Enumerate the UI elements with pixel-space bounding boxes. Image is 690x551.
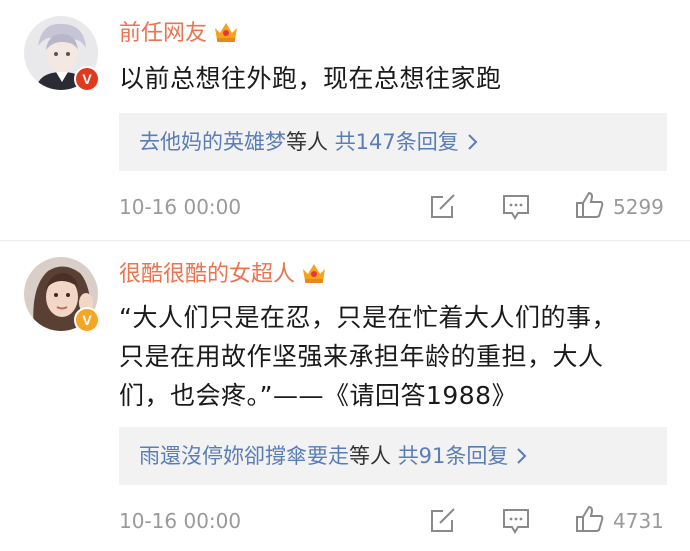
like-count: 4731 <box>613 509 664 533</box>
avatar[interactable]: V <box>24 16 100 92</box>
reply-count-link[interactable]: 共91条回复 <box>398 444 509 468</box>
timestamp: 10-16 00:00 <box>119 509 242 533</box>
verified-badge: V <box>74 66 100 92</box>
timestamp: 10-16 00:00 <box>119 195 242 219</box>
replies-preview[interactable]: 雨還沒停妳卻撐傘要走等人 共91条回复 <box>119 427 667 485</box>
comment-icon[interactable] <box>502 506 530 536</box>
comment-meta: 10-16 00:00 5299 <box>119 191 679 223</box>
reply-author[interactable]: 雨還沒停妳卻撐傘要走 <box>139 444 349 468</box>
like-count: 5299 <box>613 195 664 219</box>
username-text[interactable]: 前任网友 <box>119 21 207 46</box>
share-edit-icon[interactable] <box>429 506 457 536</box>
crown-icon <box>213 20 239 52</box>
crown-icon <box>301 261 327 293</box>
comment-item: V 很酷很酷的女超人 “大人们只是在忍，只是在忙着大人们的事，只是在用故作坚强来… <box>0 241 690 551</box>
reply-author[interactable]: 去他妈的英雄梦 <box>139 130 286 154</box>
chevron-right-icon[interactable] <box>516 429 528 487</box>
thumbs-up-icon[interactable] <box>575 191 605 223</box>
chevron-right-icon[interactable] <box>467 115 479 173</box>
replies-preview[interactable]: 去他妈的英雄梦等人 共147条回复 <box>119 113 667 171</box>
username-text[interactable]: 很酷很酷的女超人 <box>119 262 295 287</box>
reply-count-link[interactable]: 共147条回复 <box>335 130 459 154</box>
like-button[interactable]: 5299 <box>575 191 664 223</box>
comment-text: 以前总想往外跑，现在总想往家跑 <box>119 64 502 93</box>
comment-text: “大人们只是在忍，只是在忙着大人们的事，只是在用故作坚强来承担年龄的重担，大人们… <box>119 303 617 410</box>
avatar[interactable]: V <box>24 257 100 333</box>
reply-others-label: 等人 <box>286 130 328 154</box>
verified-badge: V <box>74 307 100 333</box>
thumbs-up-icon[interactable] <box>575 505 605 537</box>
comment-icon[interactable] <box>502 192 530 222</box>
username[interactable]: 前任网友 <box>119 20 239 52</box>
like-button[interactable]: 4731 <box>575 505 664 537</box>
username[interactable]: 很酷很酷的女超人 <box>119 261 327 293</box>
comment-item: V 前任网友 以前总想往外跑，现在总想往家跑 去他妈的英雄梦等人 共147条回复… <box>0 0 690 240</box>
comment-meta: 10-16 00:00 4731 <box>119 505 679 537</box>
reply-others-label: 等人 <box>349 444 391 468</box>
share-edit-icon[interactable] <box>429 192 457 222</box>
